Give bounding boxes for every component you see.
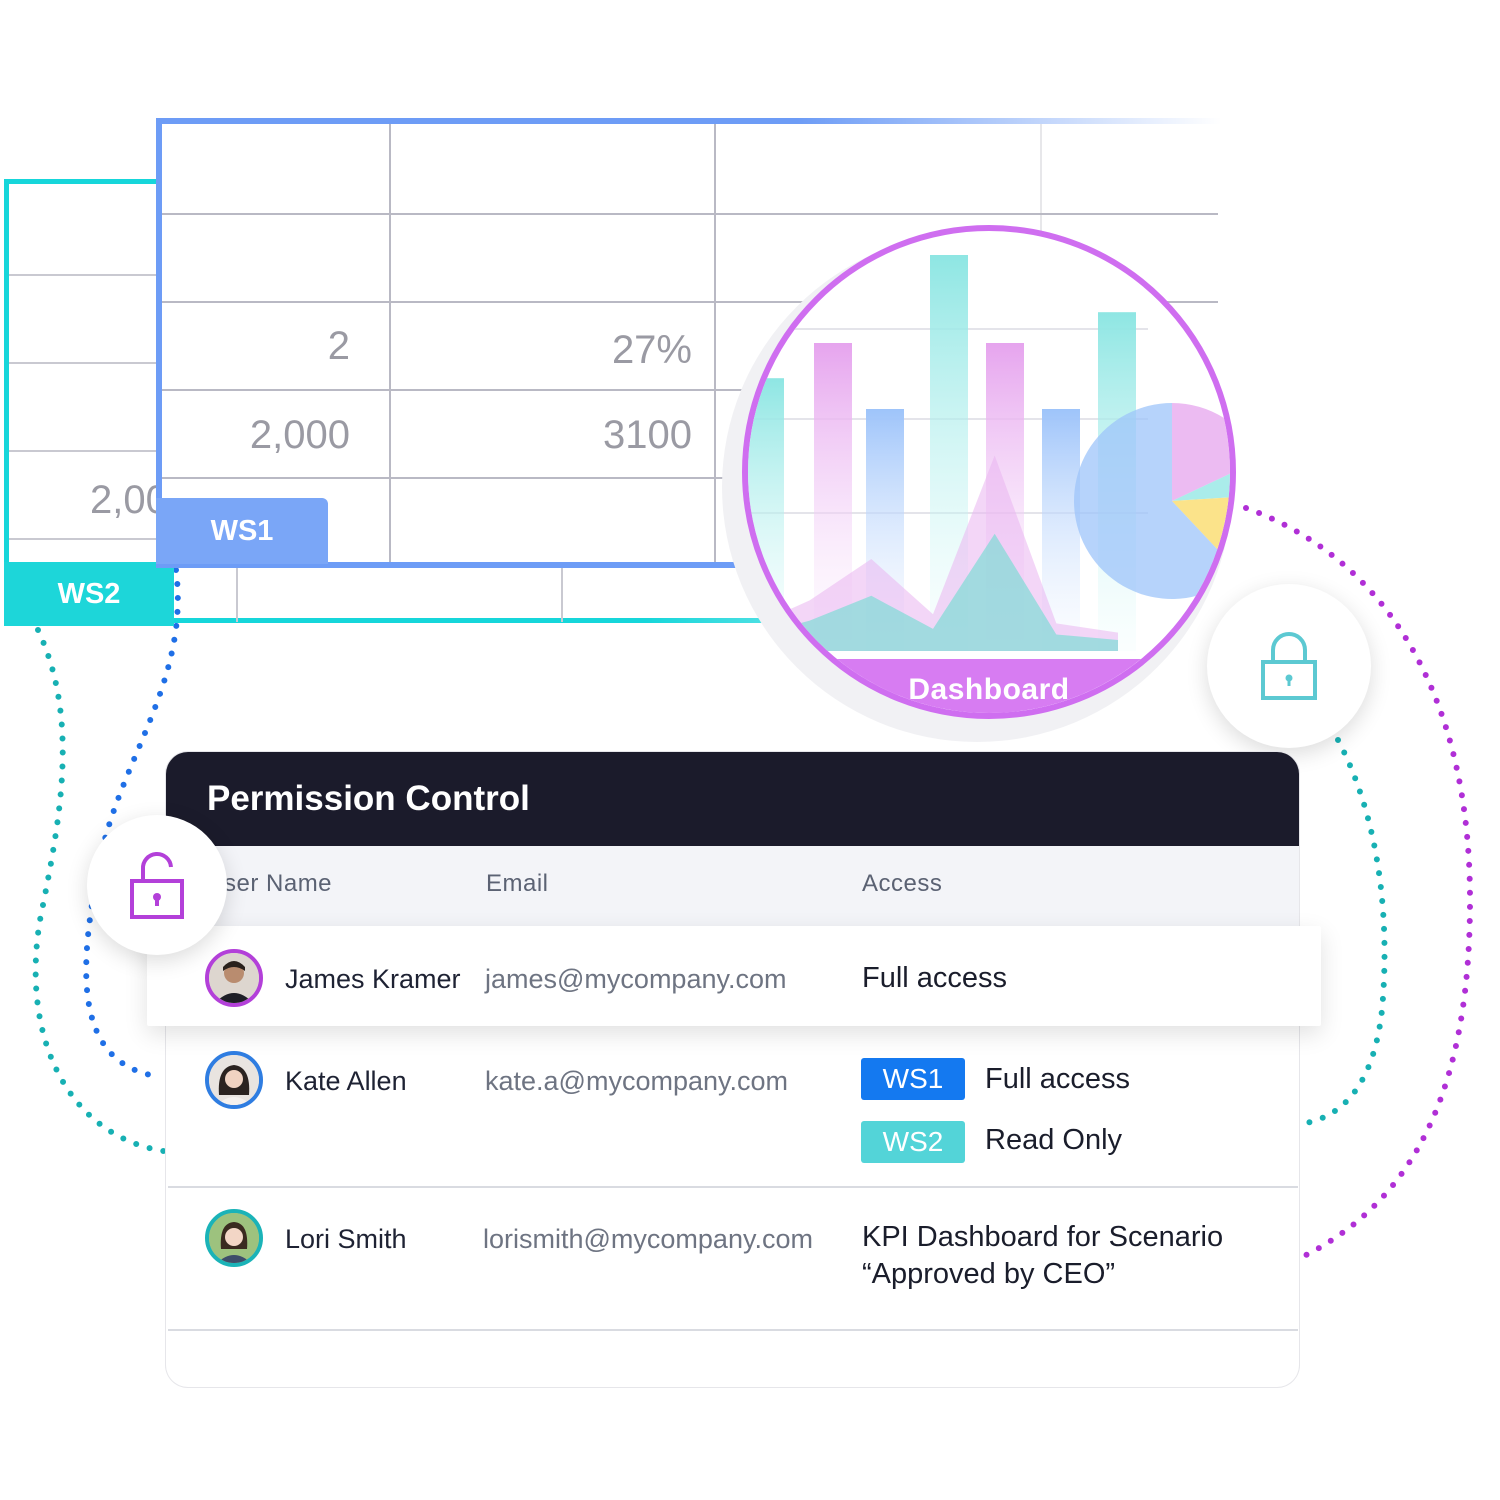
- ws1-access-tag: WS1: [861, 1058, 965, 1100]
- access-level: Read Only: [985, 1124, 1123, 1156]
- dashboard-chart: [748, 255, 1230, 651]
- user-email: lorismith@mycompany.com: [483, 1224, 813, 1254]
- ws2-gridline: [9, 538, 159, 540]
- avatar: [205, 949, 263, 1007]
- ws2-gridline: [561, 566, 563, 622]
- user-email: james@mycompany.com: [485, 964, 787, 994]
- avatar: [205, 1209, 263, 1267]
- user-name: James Kramer: [285, 964, 461, 994]
- ws1-tab[interactable]: WS1: [156, 498, 328, 564]
- row-divider: [168, 1329, 1298, 1331]
- ws2-gridline: [236, 566, 238, 622]
- ws2-gridline: [9, 274, 159, 276]
- column-user-name[interactable]: ser Name: [224, 870, 332, 898]
- ws1-cell[interactable]: 2,000: [170, 405, 350, 465]
- chart-bar: [748, 378, 784, 651]
- access-level-detail: “Approved by CEO”: [862, 1258, 1116, 1290]
- table-header: ser Name Email Access: [166, 846, 1299, 926]
- dashboard-preview[interactable]: Dashboard: [742, 225, 1236, 719]
- user-name: Lori Smith: [285, 1224, 407, 1254]
- ws1-cell[interactable]: 2: [170, 316, 350, 376]
- ws1-cell[interactable]: 27%: [400, 320, 692, 380]
- ws2-gridline: [9, 362, 159, 364]
- panel-title: Permission Control: [166, 752, 1299, 846]
- dashboard-label: Dashboard: [748, 659, 1230, 713]
- row-divider: [168, 1186, 1298, 1188]
- user-name: Kate Allen: [285, 1066, 407, 1096]
- lock-badge-dashboard[interactable]: [1207, 584, 1371, 748]
- column-email[interactable]: Email: [486, 870, 549, 898]
- access-level: Full access: [985, 1063, 1131, 1095]
- access-level: KPI Dashboard for Scenario: [862, 1221, 1224, 1253]
- ws2-tab[interactable]: WS2: [4, 562, 174, 626]
- user-email: kate.a@mycompany.com: [485, 1066, 789, 1096]
- ws2-gridline: [9, 450, 159, 452]
- avatar: [205, 1051, 263, 1109]
- ws1-gridline: [162, 213, 1218, 215]
- ws1-gridline: [389, 124, 391, 562]
- ws1-gridline: [714, 124, 716, 562]
- access-level: Full access: [862, 962, 1008, 994]
- column-access[interactable]: Access: [862, 870, 942, 898]
- lock-icon: [130, 851, 184, 919]
- ws1-cell[interactable]: 3100: [400, 405, 692, 465]
- lock-icon: [1261, 632, 1317, 700]
- ws2-access-tag: WS2: [861, 1121, 965, 1163]
- ws2-cell-value[interactable]: 2,000: [90, 470, 156, 530]
- lock-badge-permissions[interactable]: [87, 815, 227, 955]
